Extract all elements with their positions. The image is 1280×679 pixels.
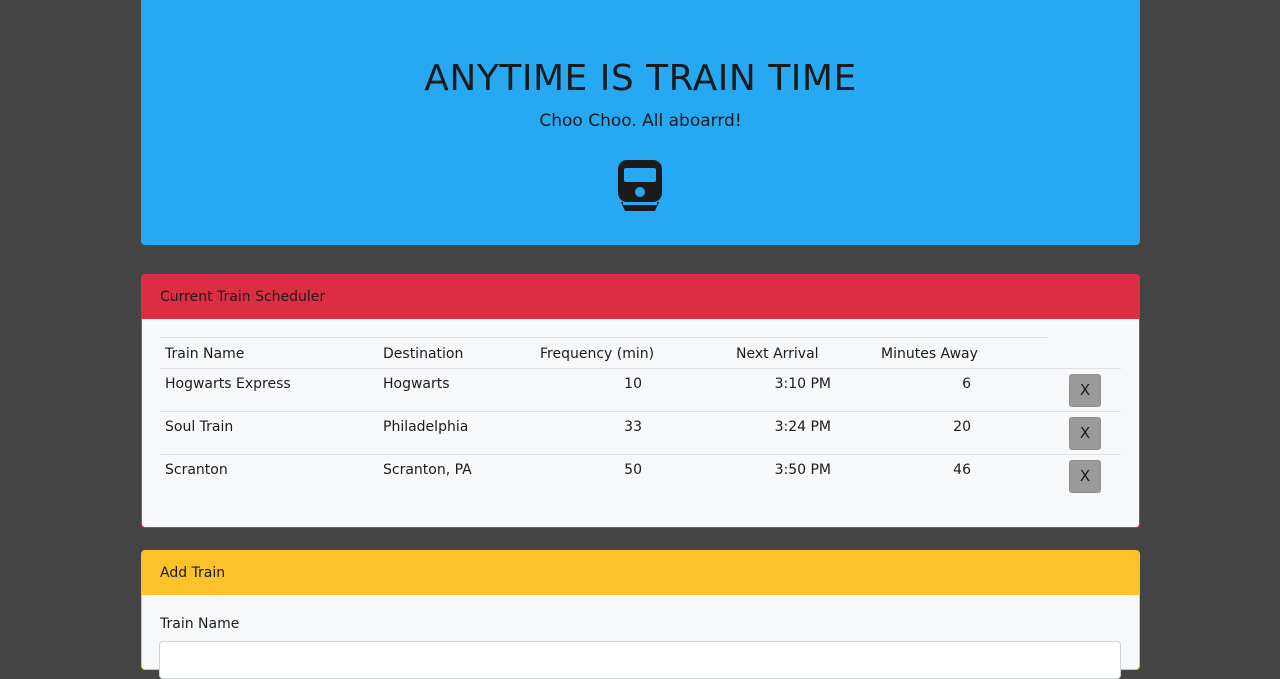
train-icon: [618, 160, 662, 211]
frequency-cell: 10: [624, 376, 642, 392]
destination-cell: Philadelphia: [383, 419, 469, 435]
minutes-away-cell: 20: [953, 419, 971, 435]
delete-train-button[interactable]: X: [1069, 460, 1101, 493]
add-train-header: Add Train: [142, 551, 1139, 595]
table-row: Hogwarts Express Hogwarts 10 3:10 PM 6 X: [160, 368, 1121, 411]
table-row: Soul Train Philadelphia 33 3:24 PM 20 X: [160, 411, 1121, 454]
schedule-header: Current Train Scheduler: [142, 275, 1139, 319]
add-train-card: Add Train Train Name: [141, 550, 1140, 679]
delete-train-button[interactable]: X: [1069, 417, 1101, 450]
table-header-row: Train Name Destination Frequency (min) N…: [160, 337, 1048, 368]
minutes-away-cell: 6: [962, 376, 971, 392]
destination-cell: Hogwarts: [383, 376, 450, 392]
col-destination: Destination: [383, 346, 464, 362]
train-name-label: Train Name: [160, 616, 240, 632]
schedule-table: Train Name Destination Frequency (min) N…: [160, 337, 1121, 497]
next-arrival-cell: 3:50 PM: [774, 462, 831, 478]
minutes-away-cell: 46: [953, 462, 971, 478]
col-train-name: Train Name: [165, 346, 245, 362]
train-name-cell: Scranton: [165, 462, 228, 478]
next-arrival-cell: 3:24 PM: [774, 419, 831, 435]
train-name-cell: Hogwarts Express: [165, 376, 291, 392]
train-name-input[interactable]: [159, 641, 1121, 679]
col-minutes-away: Minutes Away: [881, 346, 978, 362]
jumbotron: ANYTIME IS TRAIN TIME Choo Choo. All abo…: [141, 0, 1140, 245]
page-subtitle: Choo Choo. All aboarrd!: [539, 111, 742, 131]
frequency-cell: 50: [624, 462, 642, 478]
train-name-cell: Soul Train: [165, 419, 234, 435]
page-title: ANYTIME IS TRAIN TIME: [424, 58, 857, 99]
destination-cell: Scranton, PA: [383, 462, 472, 478]
col-next-arrival: Next Arrival: [736, 346, 819, 362]
schedule-card: Current Train Scheduler Train Name Desti…: [141, 274, 1140, 528]
table-row: Scranton Scranton, PA 50 3:50 PM 46 X: [160, 454, 1121, 497]
frequency-cell: 33: [624, 419, 642, 435]
next-arrival-cell: 3:10 PM: [774, 376, 831, 392]
delete-train-button[interactable]: X: [1069, 374, 1101, 407]
col-frequency: Frequency (min): [540, 346, 655, 362]
